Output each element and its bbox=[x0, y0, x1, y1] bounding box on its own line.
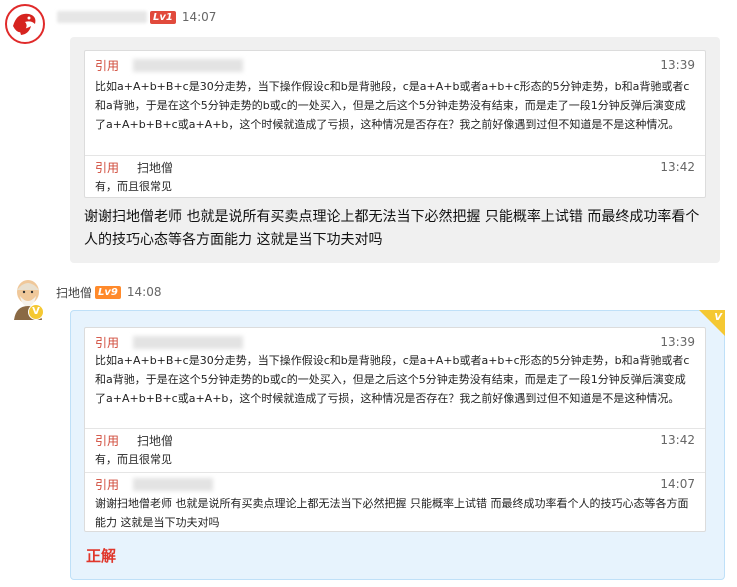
nested-quote-header: 引用 扫地僧 bbox=[95, 159, 173, 175]
nested-quote-text: 有，而且很常见 bbox=[95, 453, 172, 466]
nested-quote-label[interactable]: 引用 bbox=[95, 159, 119, 176]
message-text: 正解 bbox=[86, 547, 117, 565]
nested-quote-label[interactable]: 引用 bbox=[95, 476, 119, 493]
message-time: 14:07 bbox=[181, 10, 217, 24]
quote-block: 引用 13:39 比如a+A+b+B+c是30分走势，当下操作假设c和b是背驰段… bbox=[84, 327, 706, 532]
quote-label[interactable]: 引用 bbox=[95, 334, 119, 351]
user-avatar[interactable] bbox=[5, 4, 45, 44]
vip-corner-label: V bbox=[714, 312, 722, 323]
nested-quote-text: 谢谢扫地僧老师 也就是说所有买卖点理论上都无法当下必然把握 只能概率上试错 而最… bbox=[95, 497, 689, 529]
quoted-username-blurred bbox=[133, 335, 244, 349]
nested-quote: 引用 扫地僧 13:42 有，而且很常见 bbox=[85, 155, 705, 199]
quote-header: 引用 bbox=[95, 57, 244, 74]
username[interactable]: 扫地僧 bbox=[56, 284, 92, 301]
username-blurred[interactable] bbox=[57, 11, 147, 23]
message-header: Lv1 14:07 bbox=[57, 8, 216, 26]
quote-time: 13:39 bbox=[660, 58, 695, 72]
quote-label[interactable]: 引用 bbox=[95, 57, 119, 74]
nested-quote: 引用 扫地僧 13:42 有，而且很常见 bbox=[85, 428, 705, 472]
nested-quote-label[interactable]: 引用 bbox=[95, 432, 119, 449]
nested-quote-text: 有，而且很常见 bbox=[95, 180, 172, 193]
verified-badge-icon: V bbox=[28, 304, 44, 320]
nested-quote-time: 13:42 bbox=[660, 160, 695, 174]
quoted-username-blurred bbox=[133, 58, 244, 72]
message-time: 14:08 bbox=[126, 285, 162, 299]
nested-quote-header: 引用 bbox=[95, 476, 214, 493]
nested-quote-header: 引用 扫地僧 bbox=[95, 432, 173, 448]
nested-quote-user[interactable]: 扫地僧 bbox=[137, 159, 173, 176]
quote-block: 引用 13:39 比如a+A+b+B+c是30分走势，当下操作假设c和b是背驰段… bbox=[84, 50, 706, 198]
quote-text: 比如a+A+b+B+c是30分走势，当下操作假设c和b是背驰段，c是a+A+b或… bbox=[95, 354, 690, 405]
level-badge: Lv9 bbox=[95, 285, 121, 299]
user-avatar[interactable]: V bbox=[8, 276, 48, 320]
quote-time: 13:39 bbox=[660, 335, 695, 349]
quoted-username-blurred bbox=[133, 477, 214, 491]
nested-quote-time: 13:42 bbox=[660, 433, 695, 447]
nested-quote-time: 14:07 bbox=[660, 477, 695, 491]
dragon-logo-icon bbox=[9, 8, 41, 40]
quote-text: 比如a+A+b+B+c是30分走势，当下操作假设c和b是背驰段，c是a+A+b或… bbox=[95, 80, 690, 131]
message-header: 扫地僧 Lv9 14:08 bbox=[56, 283, 161, 301]
nested-quote: 引用 14:07 谢谢扫地僧老师 也就是说所有买卖点理论上都无法当下必然把握 只… bbox=[85, 472, 705, 533]
nested-quote-user[interactable]: 扫地僧 bbox=[137, 432, 173, 449]
message-text: 谢谢扫地僧老师 也就是说所有买卖点理论上都无法当下必然把握 只能概率上试错 而最… bbox=[84, 209, 700, 248]
quote-header: 引用 bbox=[95, 334, 244, 351]
level-badge: Lv1 bbox=[150, 10, 176, 24]
